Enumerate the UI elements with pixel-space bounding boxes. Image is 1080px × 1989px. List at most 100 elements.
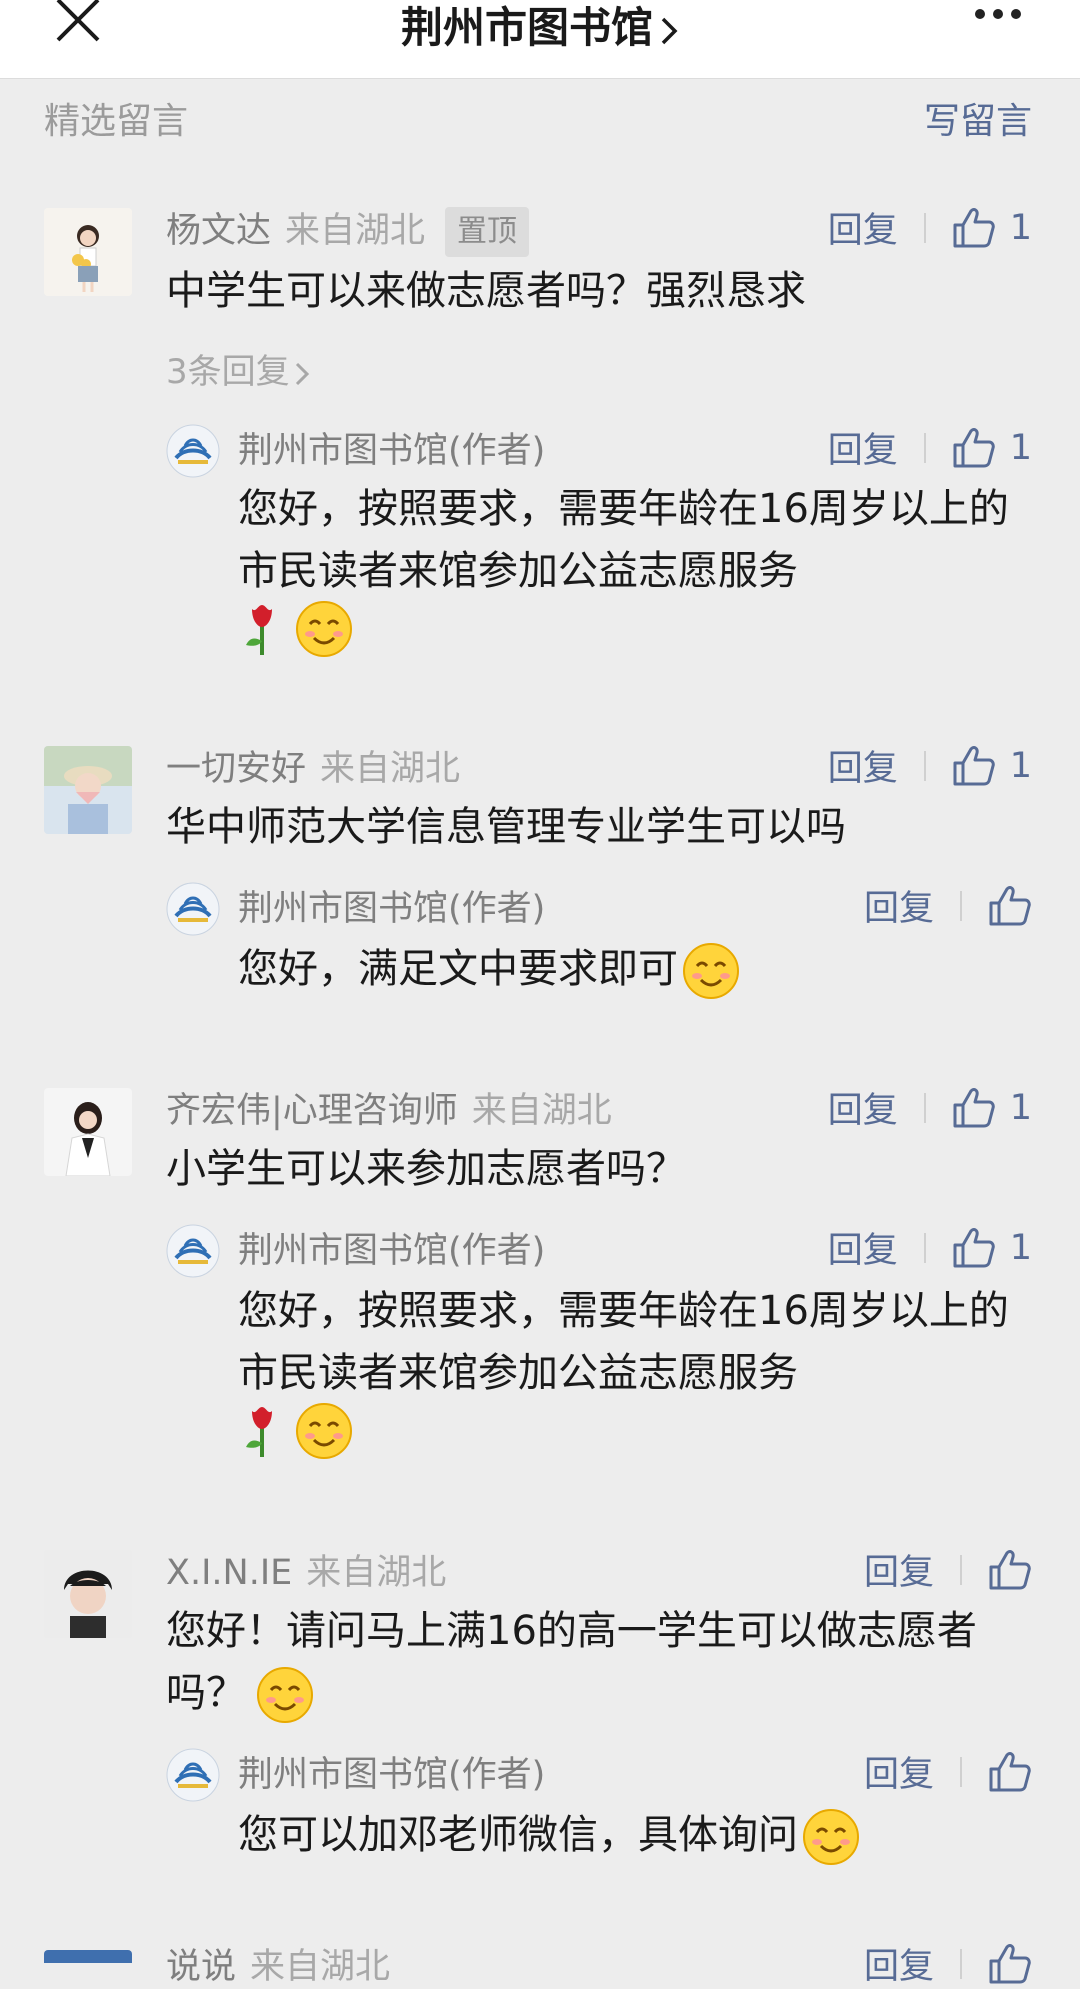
rose-emoji-icon [246, 1407, 272, 1457]
more-replies-link[interactable]: 3条回复 [166, 344, 310, 393]
reply-text: 您可以加邓老师微信，具体询问 [238, 1812, 798, 1858]
reply-button[interactable]: 回复 [864, 889, 934, 929]
thumbs-up-icon[interactable] [952, 207, 996, 249]
comment-actions: 回复 [864, 1544, 1032, 1595]
library-logo-icon[interactable] [166, 882, 220, 936]
divider [923, 1092, 926, 1123]
avatar[interactable] [44, 1550, 132, 1638]
reply-button[interactable]: 回复 [864, 1553, 934, 1593]
divider [960, 1756, 962, 1787]
avatar[interactable] [44, 1088, 132, 1176]
reply-button[interactable]: 回复 [828, 749, 898, 789]
like-count: 1 [1009, 745, 1032, 786]
reply-button[interactable]: 回复 [828, 1231, 898, 1271]
write-comment-link[interactable]: 写留言 [924, 92, 1032, 144]
comment-meta: 说说 来自湖北 [166, 1938, 390, 1989]
thumbs-up-icon[interactable] [952, 745, 996, 787]
thumbs-up-icon[interactable] [988, 1943, 1032, 1985]
like-count: 1 [1009, 207, 1032, 248]
chevron-right-icon [661, 17, 678, 44]
reply-emoji-row [238, 600, 353, 658]
page-title: 荆州市图书馆 [400, 3, 653, 52]
more-replies-label: 3条回复 [166, 352, 290, 392]
section-label: 精选留言 [44, 101, 189, 142]
commenter-name[interactable]: 一切安好 [166, 749, 306, 789]
thumbs-up-icon[interactable] [988, 1549, 1032, 1591]
comment-actions: 回复 1 [828, 1082, 1032, 1133]
commenter-location: 来自湖北 [306, 1553, 447, 1593]
pinned-badge: 置顶 [445, 207, 530, 257]
commenter-location: 来自湖北 [285, 211, 426, 251]
commenter-name[interactable]: X.I.N.IE [166, 1553, 292, 1593]
divider [923, 212, 926, 243]
thumbs-up-icon[interactable] [952, 1227, 996, 1269]
like-count: 1 [1009, 1227, 1032, 1268]
divider [923, 432, 926, 463]
smiling-face-emoji-icon [296, 1403, 353, 1459]
reply-button[interactable]: 回复 [828, 211, 898, 251]
commenter-location: 来自湖北 [471, 1091, 612, 1131]
comment-text: 小学生可以来参加志愿者吗？ [166, 1146, 686, 1192]
divider [960, 1948, 962, 1979]
divider [923, 750, 926, 781]
thumbs-up-icon[interactable] [952, 1087, 996, 1129]
comment-meta: 杨文达 来自湖北 置顶 [166, 202, 530, 257]
more-options-icon[interactable] [975, 4, 1029, 23]
reply-author-name[interactable]: 荆州市图书馆(作者) [238, 1222, 545, 1273]
smiling-face-emoji-icon [803, 1809, 859, 1865]
comment-text: 中学生可以来做志愿者吗？强烈恳求 [166, 268, 806, 314]
comments-section-header: 精选留言 写留言 [0, 90, 1080, 142]
reply-text: 您好，按照要求，需要年龄在16周岁以上的市民读者来馆参加公益志愿服务 [238, 486, 1009, 594]
commenter-location: 来自湖北 [320, 749, 461, 789]
commenter-location: 来自湖北 [250, 1947, 391, 1987]
reply-text-row: 您可以加邓老师微信，具体询问 [238, 1804, 1038, 1866]
reply-text: 您好，按照要求，需要年龄在16周岁以上的市民读者来馆参加公益志愿服务 [238, 1288, 1009, 1396]
reply-actions: 回复 1 [828, 1222, 1032, 1273]
avatar[interactable] [44, 1950, 132, 1963]
like-count: 1 [1009, 1087, 1032, 1128]
comment-actions: 回复 1 [828, 740, 1032, 791]
comment-meta: 齐宏伟|心理咨询师 来自湖北 [166, 1082, 612, 1133]
reply-actions: 回复 [864, 880, 1032, 931]
reply-actions: 回复 1 [828, 422, 1032, 473]
account-title-link[interactable]: 荆州市图书馆 [0, 0, 1080, 55]
library-logo-icon[interactable] [166, 1224, 220, 1278]
comment-actions: 回复 1 [828, 202, 1032, 253]
reply-text: 您好，满足文中要求即可 [238, 946, 678, 992]
reply-button[interactable]: 回复 [864, 1947, 934, 1987]
smiling-face-emoji-icon [296, 601, 353, 657]
comment-meta: 一切安好 来自湖北 [166, 740, 460, 791]
reply-author-name[interactable]: 荆州市图书馆(作者) [238, 1746, 545, 1797]
thumbs-up-icon[interactable] [988, 885, 1032, 927]
commenter-name[interactable]: 说说 [166, 1947, 236, 1987]
reply-author-name[interactable]: 荆州市图书馆(作者) [238, 422, 545, 473]
reply-text-row: 您好，满足文中要求即可 [238, 938, 1038, 1000]
comment-actions: 回复 [864, 1938, 1032, 1989]
chevron-right-icon [295, 362, 309, 385]
avatar[interactable] [44, 746, 132, 834]
divider [960, 890, 962, 921]
reply-emoji-row [238, 1402, 353, 1460]
smiling-face-emoji-icon [257, 1667, 313, 1723]
divider [923, 1232, 926, 1263]
commenter-name[interactable]: 杨文达 [166, 211, 271, 251]
reply-actions: 回复 [864, 1746, 1032, 1797]
library-logo-icon[interactable] [166, 424, 220, 478]
reply-button[interactable]: 回复 [864, 1755, 934, 1795]
avatar[interactable] [44, 208, 132, 296]
rose-emoji-icon [246, 605, 272, 655]
like-count: 1 [1009, 427, 1032, 468]
comment-text-row: 您好！请问马上满16的高一学生可以做志愿者吗？ [166, 1600, 1026, 1724]
reply-button[interactable]: 回复 [828, 1091, 898, 1131]
top-bar: 荆州市图书馆 [0, 0, 1080, 79]
library-logo-icon[interactable] [166, 1748, 220, 1802]
commenter-name[interactable]: 齐宏伟|心理咨询师 [166, 1091, 458, 1131]
comment-text: 华中师范大学信息管理专业学生可以吗 [166, 804, 846, 850]
reply-button[interactable]: 回复 [828, 431, 898, 471]
divider [960, 1554, 962, 1585]
comment-meta: X.I.N.IE 来自湖北 [166, 1544, 446, 1595]
thumbs-up-icon[interactable] [952, 427, 996, 469]
smiling-face-emoji-icon [683, 943, 739, 999]
thumbs-up-icon[interactable] [988, 1751, 1032, 1793]
reply-author-name[interactable]: 荆州市图书馆(作者) [238, 880, 545, 931]
